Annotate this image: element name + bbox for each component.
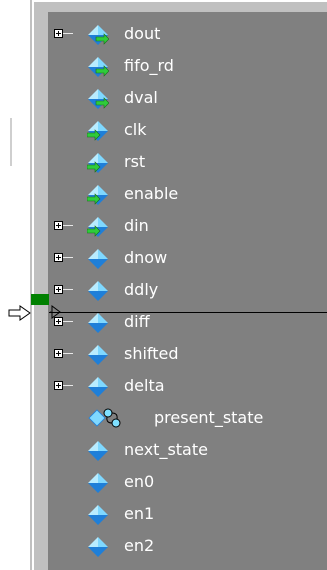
signal-in-icon — [87, 153, 108, 173]
signal-label: en2 — [124, 536, 155, 555]
signal-row-fifo-rd[interactable]: fifo_rd — [48, 50, 327, 82]
expand-plus-icon[interactable] — [54, 381, 63, 390]
signal-label: rst — [124, 152, 146, 171]
cursor-line[interactable] — [49, 312, 327, 313]
signal-row-delta[interactable]: delta — [48, 370, 327, 402]
signal-row-shifted[interactable]: shifted — [48, 338, 327, 370]
signal-out-icon — [88, 89, 109, 109]
signal-label: enable — [124, 184, 179, 203]
signal-row-dout[interactable]: dout — [48, 18, 327, 50]
signal-row-din[interactable]: din — [48, 210, 327, 242]
state-machine-icon — [88, 408, 121, 428]
signal-label: fifo_rd — [124, 56, 174, 75]
expand-plus-icon[interactable] — [54, 221, 63, 230]
signal-row-ddly[interactable]: ddly — [48, 274, 327, 306]
signal-label: en0 — [124, 472, 155, 491]
tree-connector — [63, 385, 73, 386]
expand-plus-icon[interactable] — [54, 29, 63, 38]
bus-signal-internal-icon — [88, 345, 108, 365]
signal-internal-icon — [88, 537, 108, 557]
expand-plus-icon[interactable] — [54, 253, 63, 262]
tree-connector — [63, 353, 73, 354]
signal-in-icon — [87, 121, 108, 141]
signal-internal-icon — [88, 505, 108, 525]
signal-row-diff[interactable]: diff — [48, 306, 327, 338]
cursor-arrow-icon[interactable] — [8, 300, 52, 326]
signal-label: delta — [124, 376, 165, 395]
bus-signal-internal-icon — [88, 249, 108, 269]
expand-plus-icon[interactable] — [54, 285, 63, 294]
bus-signal-internal-icon — [88, 281, 108, 301]
expand-plus-icon[interactable] — [54, 349, 63, 358]
signal-out-icon — [88, 57, 109, 77]
signal-label: dval — [124, 88, 158, 107]
signal-row-next-state[interactable]: next_state — [48, 434, 327, 466]
bus-signal-in-icon — [87, 217, 108, 237]
signal-label: diff — [124, 312, 150, 331]
signal-label: din — [124, 216, 149, 235]
signal-label: shifted — [124, 344, 179, 363]
signal-label: dnow — [124, 248, 168, 267]
signal-list-pane: dout fifo_rddval clk rst enable din dnow ddly di… — [48, 12, 327, 570]
strip-notch — [10, 118, 12, 166]
signal-label: clk — [124, 120, 147, 139]
signal-row-en1[interactable]: en1 — [48, 498, 327, 530]
signal-row-enable[interactable]: enable — [48, 178, 327, 210]
tree-connector — [63, 289, 73, 290]
tree-connector — [63, 321, 73, 322]
tree-connector — [63, 33, 73, 34]
signal-label: ddly — [124, 280, 159, 299]
signal-row-clk[interactable]: clk — [48, 114, 327, 146]
signal-row-en0[interactable]: en0 — [48, 466, 327, 498]
signal-row-rst[interactable]: rst — [48, 146, 327, 178]
signal-internal-icon — [88, 473, 108, 493]
frame-border-left — [32, 0, 34, 570]
frame-border-top — [32, 0, 327, 2]
left-strip — [0, 0, 30, 570]
bus-signal-out-icon — [88, 25, 109, 45]
signal-in-icon — [87, 185, 108, 205]
signal-row-present-state[interactable]: present_state — [48, 402, 327, 434]
bus-signal-internal-icon — [88, 313, 108, 333]
signal-label: next_state — [124, 440, 208, 459]
tree-connector — [63, 257, 73, 258]
bus-signal-internal-icon — [88, 377, 108, 397]
signal-label: dout — [124, 24, 161, 43]
tree-connector — [63, 225, 73, 226]
signal-label: present_state — [154, 408, 264, 427]
signal-row-dnow[interactable]: dnow — [48, 242, 327, 274]
cursor-tick-icon — [51, 305, 61, 319]
signal-row-dval[interactable]: dval — [48, 82, 327, 114]
signal-internal-icon — [88, 441, 108, 461]
signal-label: en1 — [124, 504, 155, 523]
signal-row-en2[interactable]: en2 — [48, 530, 327, 562]
